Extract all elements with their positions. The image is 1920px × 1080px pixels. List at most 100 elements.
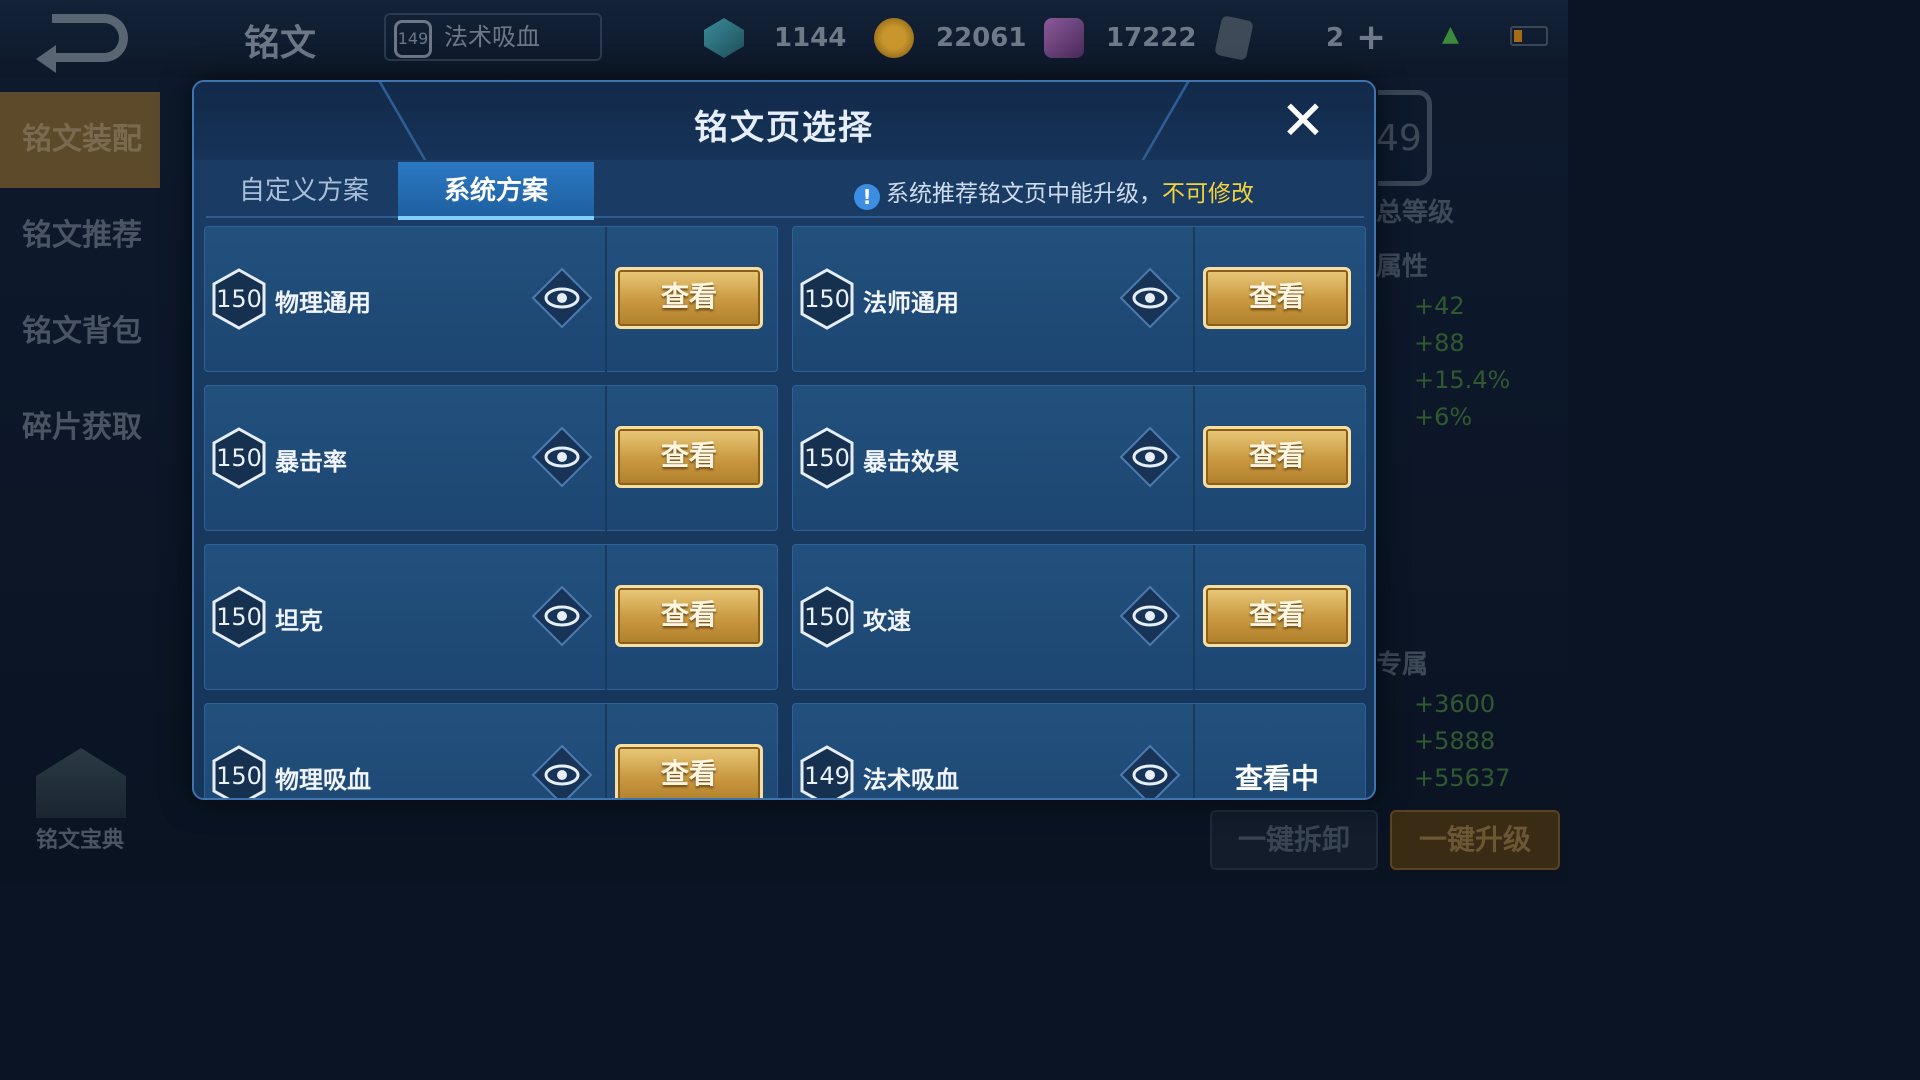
attr-value: +88 xyxy=(1414,329,1465,357)
current-page-name: 法术吸血 xyxy=(444,23,540,51)
currency-gold-value: 22061 xyxy=(936,23,1027,53)
top-bar: 铭文 149 法术吸血 1144 22061 17222 2 + ▲ xyxy=(0,0,1568,78)
page-level: 150 xyxy=(216,603,262,631)
modal-header: 铭文页选择 ✕ xyxy=(194,82,1374,160)
plus-icon[interactable]: + xyxy=(1356,18,1386,58)
page-card[interactable]: 150 攻速 查看 xyxy=(792,544,1366,691)
attr-value: +6% xyxy=(1414,403,1473,431)
divider xyxy=(1193,227,1195,373)
eye-icon[interactable] xyxy=(1119,267,1181,329)
level-hex-icon: 150 xyxy=(799,426,855,490)
page-name: 坦克 xyxy=(275,607,323,635)
page-level: 150 xyxy=(804,285,850,313)
exclusive-value: +3600 xyxy=(1414,690,1496,718)
book-label[interactable]: 铭文宝典 xyxy=(36,822,124,854)
current-page-selector[interactable]: 149 法术吸血 xyxy=(384,13,602,61)
eye-icon[interactable] xyxy=(1119,744,1181,798)
divider xyxy=(605,704,607,798)
sidebar-item-equip[interactable]: 铭文装配 xyxy=(0,92,160,188)
divider xyxy=(1193,704,1195,798)
level-hex-icon: 150 xyxy=(211,585,267,649)
tab-custom[interactable]: 自定义方案 xyxy=(206,162,402,218)
page-card[interactable]: 150 物理通用 查看 xyxy=(204,226,778,373)
battery-icon xyxy=(1510,26,1548,46)
tab-system[interactable]: 系统方案 xyxy=(398,162,594,220)
page-card[interactable]: 150 法师通用 查看 xyxy=(792,226,1366,373)
divider xyxy=(1193,545,1195,691)
view-button[interactable]: 查看 xyxy=(615,744,763,798)
page-card[interactable]: 150 物理吸血 查看 xyxy=(204,703,778,798)
divider xyxy=(605,386,607,532)
notice-text: 系统推荐铭文页中能升级， xyxy=(886,181,1162,207)
sidebar-item-recommend[interactable]: 铭文推荐 xyxy=(0,188,160,284)
level-hex-icon: 150 xyxy=(799,267,855,331)
attr-label: 属性 xyxy=(1376,252,1429,282)
modal-title: 铭文页选择 xyxy=(694,108,874,148)
level-hex-icon: 150 xyxy=(211,426,267,490)
purple-crystal-icon xyxy=(1044,18,1084,58)
page-card[interactable]: 150 暴击率 查看 xyxy=(204,385,778,532)
info-icon: ! xyxy=(854,184,880,210)
total-level-value: 49 xyxy=(1376,118,1422,159)
page-card[interactable]: 149 法术吸血 查看中 xyxy=(792,703,1366,798)
currency-gem-value: 1144 xyxy=(774,23,847,53)
view-button[interactable]: 查看 xyxy=(1203,585,1351,647)
view-button[interactable]: 查看 xyxy=(615,585,763,647)
view-button[interactable]: 查看 xyxy=(615,426,763,488)
close-icon[interactable]: ✕ xyxy=(1278,94,1328,148)
level-hex-icon: 150 xyxy=(211,744,267,798)
page-level: 150 xyxy=(216,285,262,313)
page-name: 物理吸血 xyxy=(275,766,371,794)
page-name: 暴击率 xyxy=(275,448,347,476)
exclusive-label: 专属 xyxy=(1376,650,1429,680)
level-hex-icon: 150 xyxy=(211,267,267,331)
attr-value: +42 xyxy=(1414,292,1465,320)
sidebar-item-backpack[interactable]: 铭文背包 xyxy=(0,284,160,380)
eye-icon[interactable] xyxy=(531,744,593,798)
page-select-modal: 铭文页选择 ✕ 自定义方案 系统方案 ! 系统推荐铭文页中能升级，不可修改 150… xyxy=(192,80,1376,800)
notice: ! 系统推荐铭文页中能升级，不可修改 xyxy=(854,174,1254,210)
eye-icon[interactable] xyxy=(531,267,593,329)
disassemble-all-button[interactable]: 一键拆卸 xyxy=(1210,810,1378,870)
right-stats-panel: 49 总等级 属性 +42 +88 +15.4% +6% 专属 +3600 +5… xyxy=(1372,80,1568,882)
page-level: 150 xyxy=(804,444,850,472)
exclusive-value: +5888 xyxy=(1414,727,1496,755)
view-button[interactable]: 查看 xyxy=(1203,426,1351,488)
eye-icon[interactable] xyxy=(1119,585,1181,647)
level-hex-icon: 149 xyxy=(799,744,855,798)
sidebar-item-fragments[interactable]: 碎片获取 xyxy=(0,380,160,476)
upgrade-all-button[interactable]: 一键升级 xyxy=(1390,810,1560,870)
back-icon[interactable] xyxy=(36,14,128,73)
page-level: 150 xyxy=(216,444,262,472)
eye-icon[interactable] xyxy=(531,426,593,488)
currency-ticket-value: 2 xyxy=(1326,23,1345,53)
divider xyxy=(605,227,607,373)
view-button[interactable]: 查看 xyxy=(615,267,763,329)
page-level-badge: 149 xyxy=(394,20,432,58)
page-level: 150 xyxy=(216,762,262,790)
eye-icon[interactable] xyxy=(1119,426,1181,488)
page-card[interactable]: 150 暴击效果 查看 xyxy=(792,385,1366,532)
view-button[interactable]: 查看 xyxy=(1203,267,1351,329)
gold-coin-icon xyxy=(874,18,914,58)
exclusive-value: +55637 xyxy=(1414,764,1511,792)
page-name: 暴击效果 xyxy=(863,448,959,476)
page-card[interactable]: 150 坦克 查看 xyxy=(204,544,778,691)
page-name: 法师通用 xyxy=(863,289,959,317)
page-level: 150 xyxy=(804,603,850,631)
page-name: 法术吸血 xyxy=(863,766,959,794)
total-level-label: 总等级 xyxy=(1376,198,1455,228)
viewing-label: 查看中 xyxy=(1234,762,1319,795)
page-name: 物理通用 xyxy=(275,289,371,317)
currency-purple-value: 17222 xyxy=(1106,23,1197,53)
notice-highlight: 不可修改 xyxy=(1162,181,1254,207)
page-level: 149 xyxy=(804,762,850,790)
gem-crystal-icon xyxy=(704,18,744,58)
sidebar: 铭文装配 铭文推荐 铭文背包 碎片获取 xyxy=(0,92,160,476)
divider xyxy=(1193,386,1195,532)
attr-value: +15.4% xyxy=(1414,366,1511,394)
eye-icon[interactable] xyxy=(531,585,593,647)
level-hex-icon: 150 xyxy=(799,585,855,649)
wifi-icon: ▲ xyxy=(1442,22,1459,47)
divider xyxy=(605,545,607,691)
